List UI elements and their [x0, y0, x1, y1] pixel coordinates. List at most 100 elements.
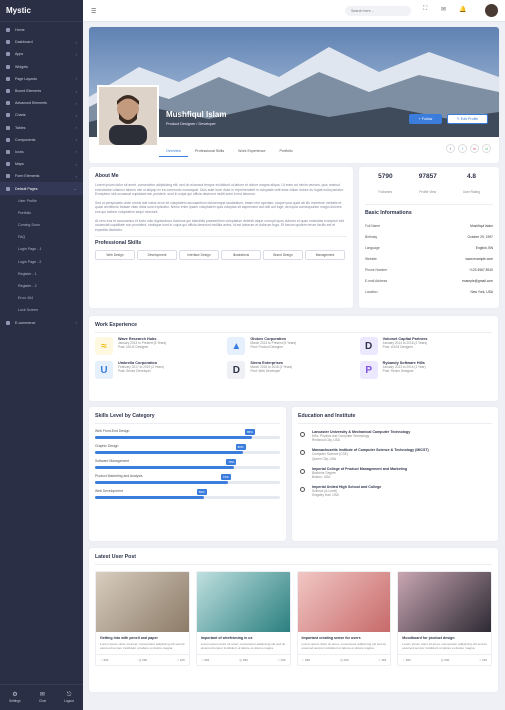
sidebar-subitem[interactable]: Login Page - 2	[0, 256, 83, 268]
share-count[interactable]: < 165	[278, 658, 286, 662]
menu-icon	[6, 125, 10, 130]
info-row: Website www.example.com	[365, 253, 493, 264]
like-count[interactable]: ♡ 952	[402, 658, 411, 662]
info-value: October 29, 1997	[467, 234, 493, 239]
social-icon[interactable]: d	[482, 144, 491, 153]
social-icon[interactable]: t	[458, 144, 467, 153]
sidebar-subitem[interactable]: Error 404	[0, 292, 83, 304]
bell-icon[interactable]: 🔔	[459, 6, 466, 13]
skill-bar-fill	[95, 496, 205, 499]
sidebar-item[interactable]: Boxed Elements ›	[0, 85, 83, 97]
sidebar-subitem[interactable]: Register - 1	[0, 268, 83, 280]
menu-icon	[6, 174, 10, 179]
sidebar-subitem[interactable]: Lock Screen	[0, 304, 83, 316]
like-count[interactable]: ♡ 952	[201, 658, 210, 662]
user-avatar[interactable]	[485, 4, 498, 17]
follow-button[interactable]: + Follow	[409, 114, 442, 124]
sidebar-footer-button[interactable]: ✉ Chat	[39, 692, 46, 703]
sidebar-item[interactable]: E-commerce ›	[0, 317, 83, 329]
sidebar-footer-button[interactable]: ⚙ Settings	[9, 692, 21, 703]
menu-icon	[6, 64, 10, 69]
sidebar-subitem[interactable]: Portfolio	[0, 207, 83, 219]
menu-icon	[6, 162, 10, 167]
chevron-icon: ›	[75, 112, 77, 118]
fullscreen-icon[interactable]: ⛶	[423, 6, 427, 13]
top-bar: ☰ ⛶ ✉ 🔔	[83, 0, 505, 22]
post-card[interactable]: Moodboard for product design Lorem ipsum …	[397, 571, 492, 666]
post-title[interactable]: Important of wireframing in ux	[201, 636, 286, 640]
share-count[interactable]: < 165	[479, 658, 487, 662]
post-title[interactable]: Important creating sense for users	[302, 636, 387, 640]
sidebar-item[interactable]: Dashboard ›	[0, 36, 83, 48]
sidebar-item[interactable]: Icons ›	[0, 146, 83, 158]
timeline-dot-icon	[300, 487, 305, 493]
post-card[interactable]: Important of wireframing in ux Lorem ipsu…	[195, 571, 291, 666]
post-image[interactable]	[96, 572, 189, 632]
share-count[interactable]: < 165	[379, 658, 387, 662]
stat-label: Followers	[378, 190, 393, 194]
brand-logo[interactable]: Mystic	[0, 0, 83, 22]
stat-value: 5790	[378, 173, 393, 180]
profile-tab[interactable]: Work Experience	[231, 145, 272, 157]
sidebar-item[interactable]: Page Layouts ›	[0, 73, 83, 85]
sidebar-footer-button[interactable]: ⎋ Logout	[64, 692, 74, 703]
profile-tab[interactable]: Professional Skills	[188, 145, 231, 157]
post-image[interactable]	[297, 572, 391, 632]
sidebar-subitem[interactable]: Coming Soon	[0, 219, 83, 231]
post-title[interactable]: Getting into with pencil and paper	[100, 636, 185, 640]
sidebar-subitem[interactable]: FAQ	[0, 231, 83, 243]
sidebar-subitem[interactable]: Login Page - 1	[0, 243, 83, 255]
sidebar-item[interactable]: Components ›	[0, 134, 83, 146]
menu-icon	[6, 186, 10, 191]
sidebar-subitem[interactable]: User Profile	[0, 195, 83, 207]
sidebar-item[interactable]: Maps ›	[0, 158, 83, 170]
work-item: D Volumet Capital Partners January 2014 to…	[359, 337, 492, 355]
work-item: P Rybandy Software Hills January 2013 to 2…	[359, 361, 492, 379]
post-image[interactable]	[398, 572, 491, 632]
profile-cover-card: Mushfiqul Islam Product Designer / Devel…	[89, 27, 499, 163]
info-value: +123 4567 8910	[469, 267, 493, 272]
education-item: Massachusetts Institute of Computer Scie…	[298, 448, 492, 461]
stat-value: 4.8	[466, 173, 476, 180]
sidebar-item[interactable]: Widgets	[0, 61, 83, 73]
profile-tab[interactable]: Overview	[159, 145, 188, 157]
sidebar-item-label: Maps	[15, 162, 24, 167]
footer-label: Logout	[64, 699, 74, 703]
post-card[interactable]: Getting into with pencil and paper Lorem …	[95, 571, 190, 666]
like-count[interactable]: ♡ 952	[302, 658, 311, 662]
share-count[interactable]: < 165	[177, 658, 185, 662]
work-text: Umbrella Corporation February 2017 to 201…	[118, 361, 164, 373]
like-count[interactable]: ♡ 952	[100, 658, 109, 662]
post-title[interactable]: Moodboard for product design	[402, 636, 487, 640]
sidebar-item[interactable]: Default Pages ⌄	[0, 182, 83, 195]
posts-grid: Getting into with pencil and paper Lorem …	[95, 571, 492, 666]
sidebar-nav: Home Dashboard › Apps › Widgets Page Layouts › B…	[0, 22, 83, 329]
mail-icon[interactable]: ✉	[441, 6, 446, 13]
education-item: Lancaster University & Mechanical Comput…	[298, 430, 492, 442]
edit-profile-button[interactable]: ✎ Edit Profile	[447, 114, 488, 124]
post-card[interactable]: Important creating sense for users Lorem …	[296, 571, 392, 666]
search-input[interactable]	[345, 6, 411, 16]
posts-title: Latest User Post	[95, 554, 136, 560]
footer-icon: ⚙	[12, 692, 18, 698]
social-icon[interactable]: f	[446, 144, 455, 153]
sidebar-item[interactable]: Apps ›	[0, 48, 83, 60]
sidebar-item[interactable]: Form Elements ›	[0, 170, 83, 182]
info-value: Mushfiqul Islam	[470, 223, 493, 228]
sidebar-item[interactable]: Home	[0, 24, 83, 36]
sidebar-item[interactable]: Tables ›	[0, 122, 83, 134]
menu-icon	[6, 89, 10, 94]
social-icon[interactable]: in	[470, 144, 479, 153]
sidebar-subitem[interactable]: Register - 2	[0, 280, 83, 292]
menu-toggle-icon[interactable]: ☰	[91, 8, 96, 15]
work-text: Volumet Capital Partners January 2014 to …	[383, 337, 428, 349]
education-location: Queen City, USA	[312, 456, 337, 461]
company-logo-icon: P	[359, 361, 378, 379]
chevron-icon: ⌄	[73, 186, 77, 192]
profile-tab[interactable]: Portfolio	[272, 145, 299, 157]
post-body: Important of wireframing in ux Lorem ipsu…	[197, 632, 290, 654]
post-footer: ♡ 952 ◎ 250 < 165	[196, 654, 290, 665]
sidebar-item[interactable]: Charts ›	[0, 109, 83, 121]
sidebar-item[interactable]: Advanced Elements ›	[0, 97, 83, 109]
post-image[interactable]	[196, 572, 290, 632]
